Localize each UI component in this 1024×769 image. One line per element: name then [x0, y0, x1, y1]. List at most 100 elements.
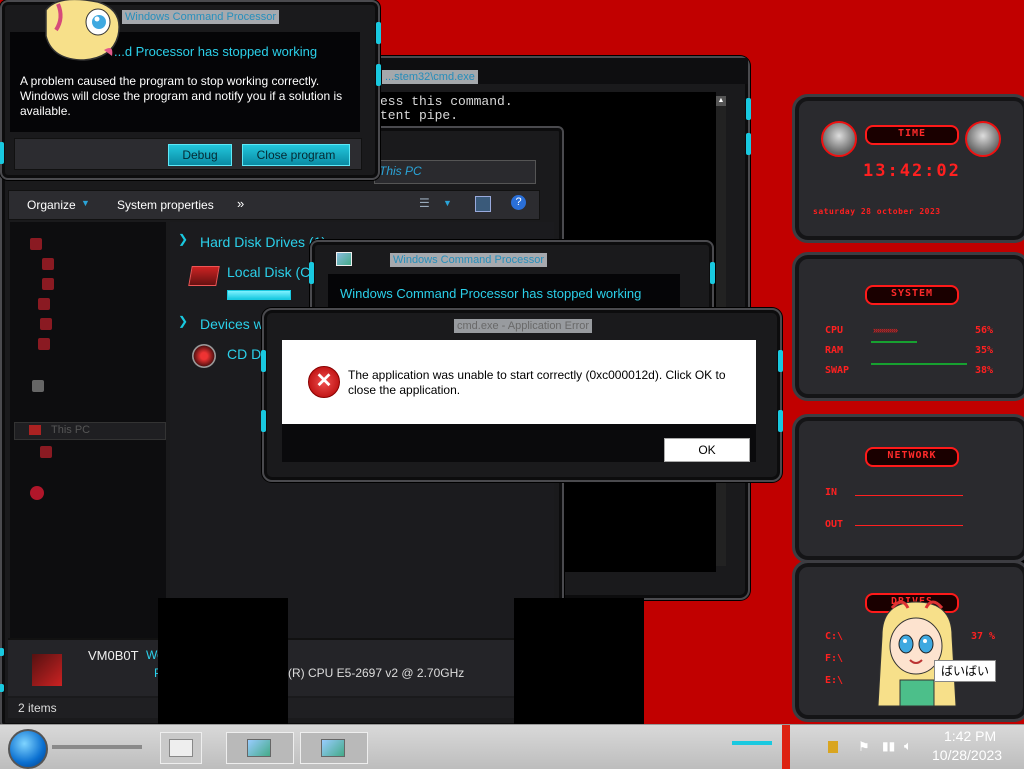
taskbar-cyan-accent — [732, 741, 772, 745]
view-dropdown-icon[interactable]: ▼ — [443, 198, 452, 208]
network-out-graph — [855, 525, 963, 526]
taskbar-cmd[interactable] — [300, 732, 368, 764]
system-widget: SYSTEM CPU RAM SWAP ›››››››››››› 56% 35%… — [792, 252, 1024, 401]
taskbar-red-accent — [782, 725, 790, 769]
sidebar-item[interactable] — [42, 276, 162, 292]
app-error-title: cmd.exe - Application Error — [454, 319, 593, 333]
folder-icon — [169, 739, 193, 757]
swap-value: 38% — [975, 365, 994, 376]
cpu-meter: ›››››››››››› — [873, 325, 898, 335]
system-properties-button[interactable]: System properties — [117, 198, 214, 212]
pc-thumbnail-icon — [32, 654, 62, 686]
devices-group-header[interactable]: Devices w — [200, 316, 264, 332]
sidebar-item-local-disk[interactable] — [40, 444, 160, 460]
cpu-label: CPU — [825, 325, 844, 336]
app-icon — [247, 739, 271, 757]
network-in-graph — [855, 495, 963, 496]
taskbar-cmd-error[interactable] — [226, 732, 294, 764]
sidebar-item[interactable] — [30, 236, 150, 252]
sidebar-item[interactable] — [38, 336, 158, 352]
sidebar-item[interactable] — [42, 256, 162, 272]
swap-meter — [871, 363, 967, 365]
app-icon — [321, 739, 345, 757]
network-icon[interactable] — [30, 486, 44, 500]
sidebar-item-homegroup[interactable] — [32, 378, 152, 394]
time-widget-title: TIME — [865, 125, 959, 145]
network-tray-icon[interactable]: ▮▮ — [882, 739, 895, 753]
sidebar-this-pc-label: This PC — [51, 424, 91, 436]
alien-head-icon — [965, 121, 1001, 157]
app-icon — [336, 252, 352, 266]
drive-e-label: E:\ — [825, 675, 844, 686]
crash-top-heading: ...d Processor has stopped working — [114, 44, 318, 59]
preview-pane-icon[interactable] — [475, 196, 491, 212]
local-disk-label: Local Disk (C:) — [227, 264, 319, 280]
crash-top-message: A problem caused the program to stop wor… — [20, 74, 343, 118]
drive-c-label: C:\ — [825, 631, 844, 642]
network-out-label: OUT — [825, 519, 844, 530]
navigation-pane: This PC — [10, 222, 166, 638]
time-widget: TIME 13:42:02 saturday 28 october 2023 — [792, 94, 1024, 243]
network-widget-title: NETWORK — [865, 447, 959, 467]
explorer-toolbar: Organize ▼ System properties » ☰ ▼ ? — [8, 190, 540, 220]
redacted-block — [514, 598, 644, 724]
network-widget: NETWORK IN OUT — [792, 414, 1024, 563]
help-icon[interactable]: ? — [511, 195, 526, 210]
sidebar-item[interactable] — [40, 316, 160, 332]
volume-icon[interactable]: 🔈︎ — [904, 738, 912, 754]
scroll-up-icon[interactable]: ▲ — [716, 96, 726, 106]
app-error-message: The application was unable to start corr… — [348, 368, 726, 397]
crash-top-title: Windows Command Processor — [122, 10, 279, 24]
cmd-title: ...stem32\cmd.exe — [382, 70, 478, 84]
view-options-icon[interactable]: ☰ — [419, 196, 433, 210]
hdd-group-header[interactable]: Hard Disk Drives (1) — [200, 234, 326, 250]
local-disk-item[interactable]: Local Disk (C:) — [188, 262, 319, 302]
app-error-dialog: cmd.exe - Application Error ✕ The applic… — [261, 308, 783, 482]
ram-value: 35% — [975, 345, 994, 356]
tray-clock-time[interactable]: 1:42 PM — [944, 728, 996, 744]
address-text: This PC — [379, 164, 422, 178]
anime-sticker-top — [38, 0, 128, 62]
ram-label: RAM — [825, 345, 844, 356]
error-icon: ✕ — [308, 366, 340, 398]
speech-bubble: ばいばい — [934, 660, 996, 682]
computer-icon — [29, 425, 41, 435]
notification-icon[interactable] — [828, 741, 838, 753]
redacted-block — [158, 598, 288, 724]
time-clock: 13:42:02 — [863, 161, 961, 181]
ok-button[interactable]: OK — [664, 438, 750, 462]
swap-label: SWAP — [825, 365, 850, 376]
start-button[interactable] — [8, 729, 48, 769]
hdd-group-chevron-icon[interactable]: ❯ — [178, 232, 188, 246]
taskbar: ⚑ ▮▮ 🔈︎ 1:42 PM 10/28/2023 — [0, 724, 1024, 769]
hard-drive-icon — [188, 266, 220, 286]
system-widget-title: SYSTEM — [865, 285, 959, 305]
sidebar-item[interactable] — [38, 296, 158, 312]
alien-head-icon — [821, 121, 857, 157]
sidebar-item-this-pc[interactable]: This PC — [14, 422, 166, 440]
crash-mid-title: Windows Command Processor — [390, 253, 547, 267]
organize-dropdown-icon[interactable]: ▼ — [81, 198, 90, 208]
cpu-value: 56% — [975, 325, 994, 336]
tray-clock-date[interactable]: 10/28/2023 — [932, 747, 1002, 763]
ram-meter — [871, 341, 917, 343]
local-disk-usage-bar — [227, 290, 291, 300]
details-computer-name: VM0B0T — [88, 648, 139, 663]
time-date: saturday 28 october 2023 — [813, 207, 941, 216]
more-button[interactable]: » — [237, 196, 244, 211]
drive-f-label: F:\ — [825, 653, 844, 664]
taskbar-decoration — [52, 745, 142, 749]
drive-c-value: 37 % — [971, 631, 996, 642]
flag-icon[interactable]: ⚑ — [858, 739, 870, 755]
details-processor: (R) CPU E5-2697 v2 @ 2.70GHz — [288, 666, 465, 680]
organize-button[interactable]: Organize — [27, 198, 76, 212]
network-in-label: IN — [825, 487, 838, 498]
taskbar-explorer[interactable] — [160, 732, 202, 764]
debug-button[interactable]: Debug — [168, 144, 232, 166]
address-bar[interactable]: This PC — [374, 160, 536, 184]
cmd-line-1: ess this command. — [380, 94, 513, 109]
status-item-count: 2 items — [18, 701, 57, 715]
close-program-button[interactable]: Close program — [242, 144, 350, 166]
anime-sticker-bottom — [872, 596, 962, 720]
devices-group-chevron-icon[interactable]: ❯ — [178, 314, 188, 328]
